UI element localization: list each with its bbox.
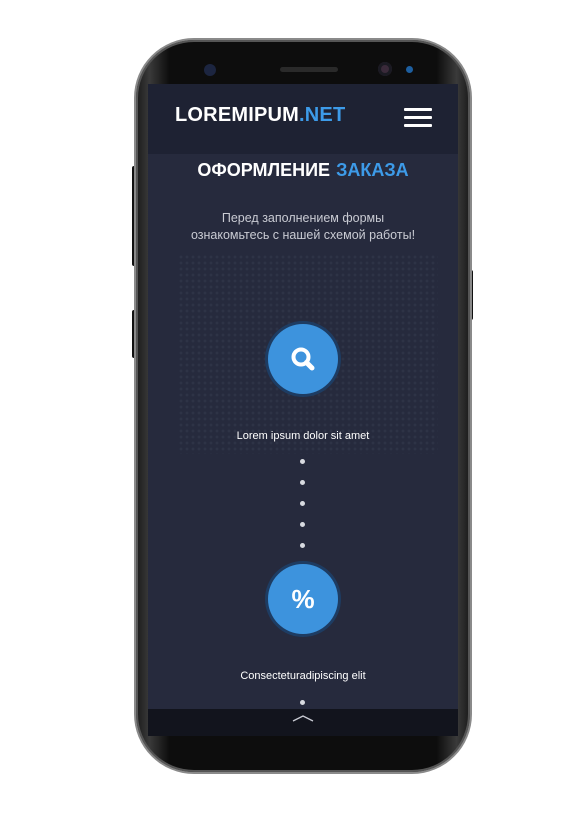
step-2-label: Consecteturadipiscing elit <box>240 670 366 682</box>
connector-dot <box>300 522 305 527</box>
hamburger-menu-icon[interactable] <box>404 106 432 130</box>
title-accent: ЗАКАЗА <box>336 160 409 180</box>
proximity-sensor <box>204 64 216 76</box>
app-header: LOREMIPUM.NET <box>148 84 458 154</box>
earpiece-speaker <box>280 67 338 72</box>
logo-main-text: LOREMIPUM <box>175 104 300 126</box>
svg-text:%: % <box>291 584 314 614</box>
phone-screen: LOREMIPUM.NET ОФОРМЛЕНИЕ ЗАКАЗА Перед зап… <box>148 84 458 736</box>
logo-accent-text: .NET <box>299 104 346 126</box>
connector-dot <box>300 459 305 464</box>
connector-dot <box>300 700 305 705</box>
bottom-navigation-bar <box>148 709 458 736</box>
connector-dot <box>300 480 305 485</box>
intro-text: Перед заполнением формы ознакомьтесь с н… <box>158 210 448 244</box>
search-icon <box>291 347 315 371</box>
chevron-up-icon[interactable] <box>291 712 315 724</box>
step-1-circle <box>268 324 338 394</box>
step-1-label: Lorem ipsum dolor sit amet <box>236 430 370 442</box>
connector-dot <box>300 501 305 506</box>
page-title: ОФОРМЛЕНИЕ ЗАКАЗА <box>148 160 458 181</box>
percent-icon: % <box>291 584 314 614</box>
site-logo[interactable]: LOREMIPUM.NET <box>175 104 345 127</box>
connector-dot <box>300 543 305 548</box>
notification-led <box>406 66 413 73</box>
intro-line-1: Перед заполнением формы <box>221 211 385 225</box>
intro-line-2: ознакомьтесь с нашей схемой работы! <box>190 228 416 242</box>
step-2-circle: % <box>268 564 338 634</box>
title-main: ОФОРМЛЕНИЕ <box>197 160 331 180</box>
front-camera <box>378 62 392 76</box>
